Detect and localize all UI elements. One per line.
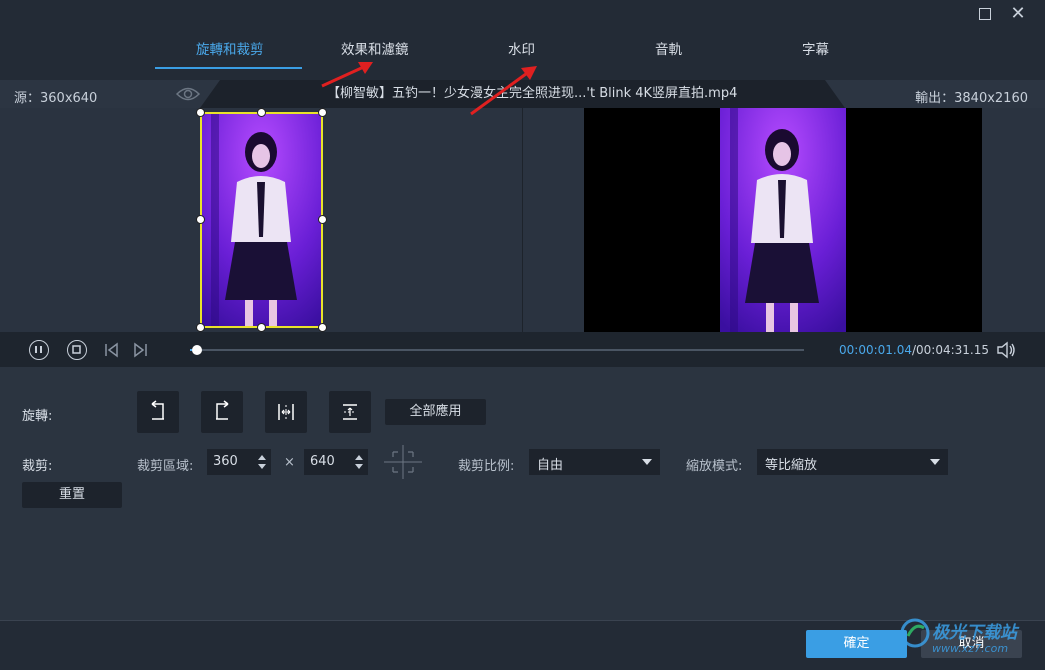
watermark-name: 极光下载站 [932,623,1017,643]
preview-divider [522,108,523,332]
spinner-arrows-icon[interactable] [354,452,364,472]
chevron-down-icon [930,459,940,465]
rotate-right-button[interactable] [201,391,243,433]
pause-icon [35,346,42,353]
crop-ratio-select[interactable]: 自由 [529,449,660,475]
previous-frame-icon[interactable] [104,342,120,358]
zoom-mode-value: 等比縮放 [765,458,818,473]
flip-vertical-icon [343,404,357,420]
spinner-arrows-icon[interactable] [257,452,267,472]
crop-handle-bottom-left[interactable] [196,323,205,332]
rotate-right-icon [216,400,229,420]
next-frame-icon[interactable] [132,342,148,358]
maximize-button[interactable] [974,4,996,24]
close-icon: ✕ [1010,3,1026,24]
total-time: 00:04:31.15 [916,343,990,357]
eye-icon[interactable] [176,86,200,102]
rotate-label: 旋轉: [22,409,53,424]
current-time: 00:00:01.04 [839,343,912,357]
time-display: 00:00:01.04/00:04:31.15 [839,343,989,357]
watermark-logo-icon [900,618,930,648]
reset-button[interactable]: 重置 [22,482,122,508]
crop-ratio-value: 自由 [537,458,564,473]
apply-all-button[interactable]: 全部應用 [385,399,486,425]
annotation-arrow-effects [321,62,373,88]
tab-rotate-crop[interactable]: 旋轉和裁剪 [196,38,264,58]
progress-knob[interactable] [192,345,202,355]
stop-icon [72,345,81,354]
crop-width-input[interactable]: 360 [207,449,271,475]
site-watermark: 极光下载站 www.xz7.com [898,612,1038,668]
flip-horizontal-icon [278,404,294,420]
crop-width-value: 360 [213,454,238,469]
zoom-mode-label: 縮放模式: [686,459,743,474]
pause-button[interactable] [29,340,49,360]
center-crop-icon[interactable] [384,445,422,479]
volume-icon[interactable] [996,341,1016,359]
crop-handle-bottom[interactable] [257,323,266,332]
watermark-url: www.xz7.com [932,642,1009,655]
ok-button[interactable]: 確定 [806,630,907,658]
crop-handle-bottom-right[interactable] [318,323,327,332]
crop-label: 裁剪: [22,459,53,474]
crop-area-label: 裁剪區域: [137,459,194,474]
crop-handle-right[interactable] [318,215,327,224]
output-resolution: 輸出：3840x2160 [915,91,1028,106]
tab-audio-track[interactable]: 音軌 [655,38,682,58]
maximize-icon [979,8,991,20]
active-tab-underline [155,67,302,69]
annotation-arrow-watermark [470,66,537,116]
flip-horizontal-button[interactable] [265,391,307,433]
settings-panel: 旋轉: 全部應用 裁剪: 裁剪區域: 360 × 640 裁剪比例: 自由 縮放… [0,367,1045,620]
tab-effects-filters[interactable]: 效果和濾鏡 [341,38,409,58]
crop-height-value: 640 [310,454,335,469]
tab-watermark[interactable]: 水印 [508,38,535,58]
tab-subtitle[interactable]: 字幕 [802,38,829,58]
footer: 確定 取消 [0,620,1045,670]
output-video-frame [720,108,846,332]
crop-handle-top-left[interactable] [196,108,205,117]
crop-ratio-label: 裁剪比例: [458,459,515,474]
playback-controls: 00:00:01.04/00:04:31.15 [0,332,1045,367]
rotate-left-button[interactable] [137,391,179,433]
crop-handle-top-right[interactable] [318,108,327,117]
flip-vertical-button[interactable] [329,391,371,433]
close-button[interactable]: ✕ [1007,4,1029,24]
source-resolution: 源：360x640 [14,91,98,106]
crop-selection-box[interactable] [200,112,323,328]
title-bar: ✕ [0,0,1045,28]
crop-handle-top[interactable] [257,108,266,117]
chevron-down-icon [642,459,652,465]
crop-height-input[interactable]: 640 [304,449,368,475]
progress-bar[interactable] [190,345,804,355]
stop-button[interactable] [67,340,87,360]
rotate-left-icon [151,400,164,420]
zoom-mode-select[interactable]: 等比縮放 [757,449,948,475]
times-sign: × [284,455,295,470]
crop-handle-left[interactable] [196,215,205,224]
